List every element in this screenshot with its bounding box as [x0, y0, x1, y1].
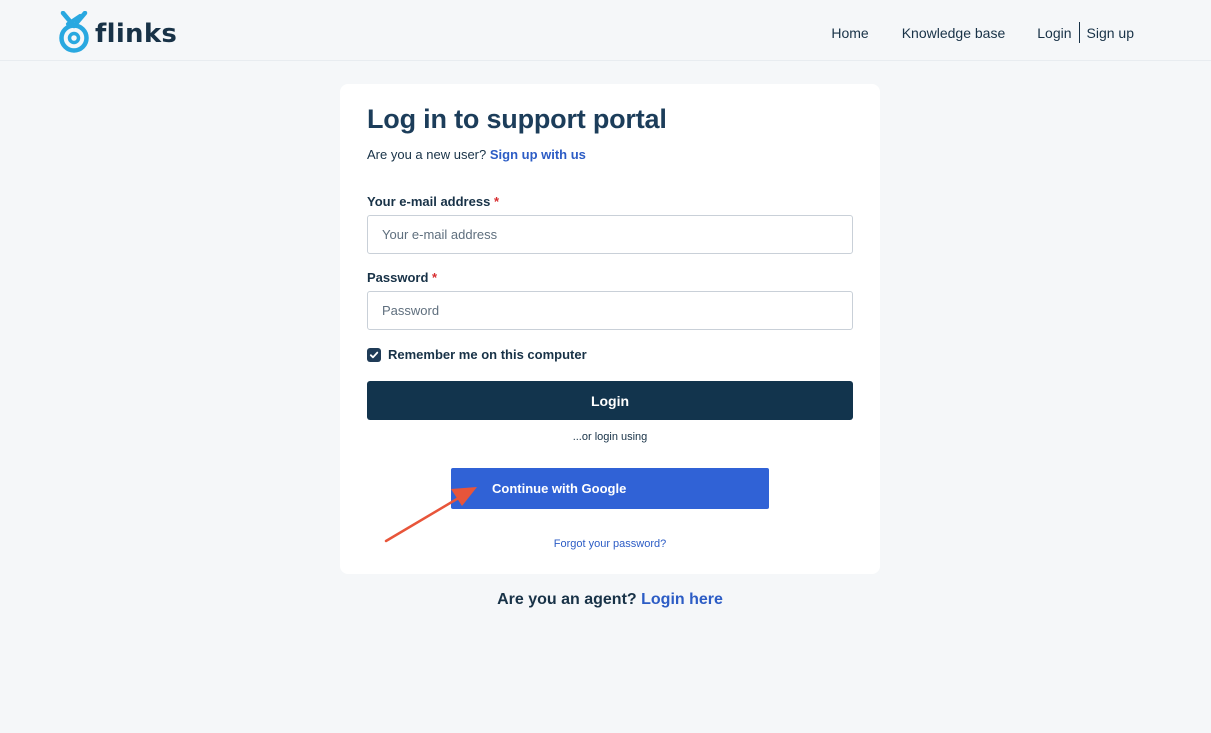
continue-with-google-button[interactable]: Continue with Google — [451, 468, 769, 509]
brand-name: flinks — [95, 19, 178, 49]
forgot-password: Forgot your password? — [340, 538, 880, 550]
top-nav: Home Knowledge base Login Sign up — [831, 22, 1134, 43]
remember-me-label: Remember me on this computer — [388, 347, 587, 362]
nav-knowledge-base-link[interactable]: Knowledge base — [902, 23, 1006, 43]
password-required-mark: * — [432, 270, 438, 285]
new-user-text: Are you a new user? — [367, 147, 487, 162]
top-bar: flinks Home Knowledge base Login Sign up — [0, 0, 1211, 61]
email-label-text: Your e-mail address — [367, 194, 491, 209]
email-label: Your e-mail address * — [367, 194, 499, 209]
login-button[interactable]: Login — [367, 381, 853, 420]
agent-login-prompt: Are you an agent? Login here — [340, 591, 880, 609]
login-card: Log in to support portal Are you a new u… — [340, 84, 880, 574]
nav-login-link[interactable]: Login — [1037, 23, 1071, 43]
email-field[interactable] — [367, 215, 853, 254]
remember-me-option[interactable]: Remember me on this computer — [367, 347, 587, 362]
flinks-logo[interactable]: flinks — [58, 11, 177, 53]
or-login-using-text: ...or login using — [572, 431, 648, 443]
new-user-prompt: Are you a new user? Sign up with us — [367, 147, 586, 162]
nav-home-link[interactable]: Home — [831, 23, 868, 43]
nav-divider — [1078, 22, 1080, 43]
password-label: Password * — [367, 270, 437, 285]
nav-signup-link[interactable]: Sign up — [1087, 23, 1134, 43]
forgot-password-link[interactable]: Forgot your password? — [554, 538, 667, 550]
page-title: Log in to support portal — [367, 104, 667, 134]
password-field[interactable] — [367, 291, 853, 330]
flinks-logo-icon — [59, 11, 89, 53]
checkmark-icon — [369, 351, 379, 358]
agent-prompt-text: Are you an agent? — [497, 591, 637, 608]
email-required-mark: * — [493, 194, 499, 209]
remember-me-checkbox[interactable] — [367, 347, 381, 362]
agent-login-link[interactable]: Login here — [641, 591, 723, 608]
password-label-text: Password — [367, 270, 429, 285]
signup-link[interactable]: Sign up with us — [490, 147, 586, 162]
